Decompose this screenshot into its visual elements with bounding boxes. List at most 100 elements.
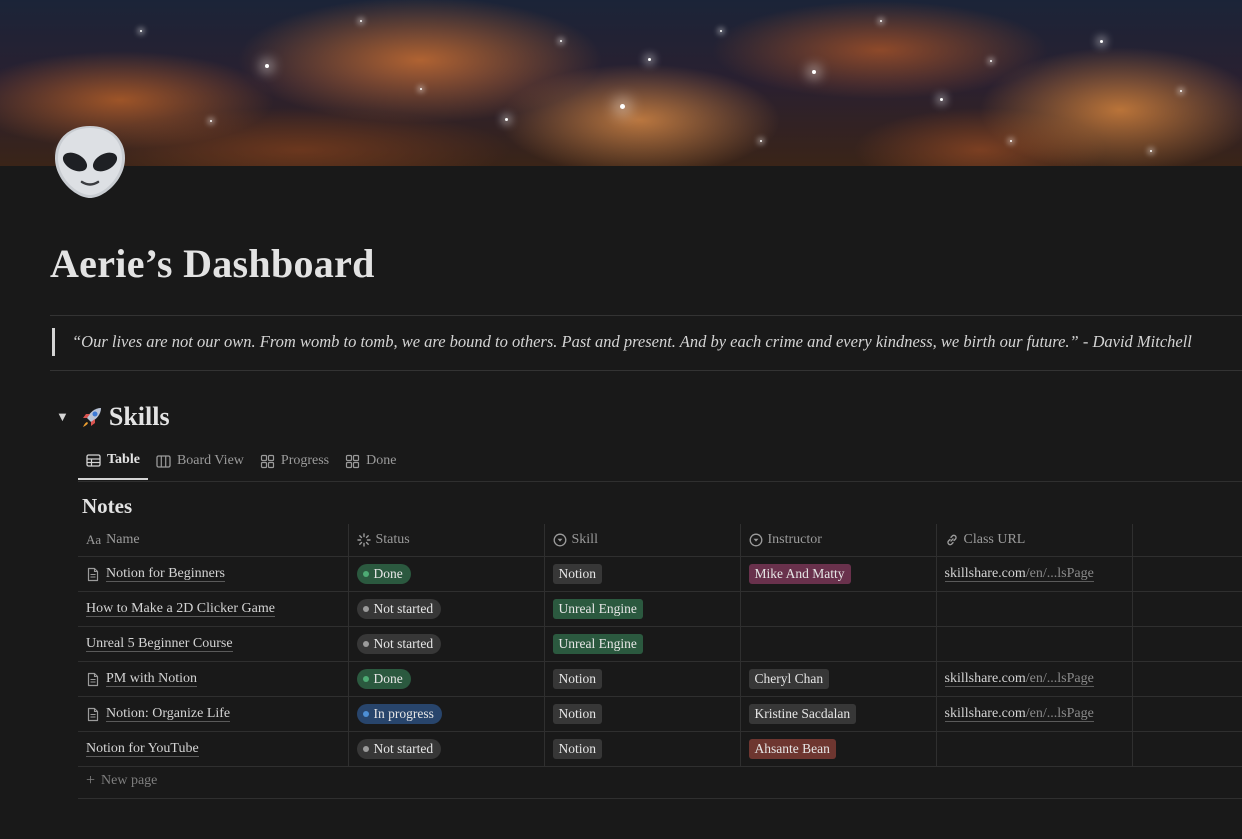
class-url-link[interactable]: skillshare.com/en/...lsPage <box>944 671 1094 687</box>
status-dot-icon <box>362 745 369 752</box>
instructor-tag: Ahsante Bean <box>748 739 836 759</box>
cell-status[interactable]: Not started <box>348 626 545 662</box>
column-label: Name <box>106 532 140 548</box>
cell-skill[interactable]: Notion <box>544 731 741 767</box>
cell-skill[interactable]: Notion <box>544 661 741 697</box>
cell-skill[interactable]: Unreal Engine <box>544 591 741 627</box>
star-decoration <box>1010 140 1012 142</box>
star-decoration <box>648 58 651 61</box>
tab-table[interactable]: Table <box>78 446 148 480</box>
tab-board-view[interactable]: Board View <box>148 446 252 480</box>
cell-instructor[interactable]: Mike And Matty <box>740 556 937 592</box>
plus-icon: + <box>86 772 96 789</box>
row-title[interactable]: Notion for YouTube <box>86 741 199 757</box>
row-title[interactable]: Notion for Beginners <box>106 566 225 582</box>
row-title[interactable]: PM with Notion <box>106 671 198 687</box>
table-header-row: Aa Name Status Skill Instructor Class UR… <box>78 524 1242 557</box>
page-icon <box>86 567 100 582</box>
cell-class-url[interactable]: skillshare.com/en/...lsPage <box>936 556 1133 592</box>
class-url-link[interactable]: skillshare.com/en/...lsPage <box>944 706 1094 722</box>
star-decoration <box>140 30 142 32</box>
url-domain: skillshare.com <box>944 706 1026 721</box>
cell-skill[interactable]: Notion <box>544 556 741 592</box>
cell-class-url[interactable]: skillshare.com/en/...lsPage <box>936 696 1133 732</box>
skills-toggle-heading[interactable]: ▼ Skills <box>56 402 170 432</box>
star-decoration <box>620 104 625 109</box>
class-url-link[interactable]: skillshare.com/en/...lsPage <box>944 566 1094 582</box>
instructor-tag: Cheryl Chan <box>748 669 830 689</box>
table-row[interactable]: How to Make a 2D Clicker Game Not started… <box>78 591 1242 627</box>
skill-tag: Unreal Engine <box>552 599 643 619</box>
cell-status[interactable]: In progress <box>348 696 545 732</box>
column-header-name[interactable]: Aa Name <box>78 524 349 557</box>
cell-class-url[interactable] <box>936 626 1133 662</box>
database-title[interactable]: Notes <box>82 494 132 519</box>
table-row[interactable]: PM with Notion Done Notion Cheryl Chan skill… <box>78 661 1242 697</box>
cell-empty <box>1132 591 1242 627</box>
cell-instructor[interactable]: Ahsante Bean <box>740 731 937 767</box>
column-header-status[interactable]: Status <box>348 524 545 557</box>
new-page-label: New page <box>101 773 158 788</box>
star-decoration <box>720 30 722 32</box>
status-badge: Done <box>356 669 411 689</box>
column-header-instructor[interactable]: Instructor <box>740 524 937 557</box>
row-title[interactable]: How to Make a 2D Clicker Game <box>86 601 275 617</box>
cell-empty <box>1132 696 1242 732</box>
cell-instructor[interactable] <box>740 591 937 627</box>
cell-empty <box>1132 731 1242 767</box>
star-decoration <box>760 140 762 142</box>
divider <box>78 798 1242 799</box>
status-label: Not started <box>373 601 434 616</box>
cell-name[interactable]: Unreal 5 Beginner Course <box>78 626 349 662</box>
cell-class-url[interactable] <box>936 731 1133 767</box>
cell-status[interactable]: Done <box>348 556 545 592</box>
table-row[interactable]: Notion for Beginners Done Notion Mike And M… <box>78 556 1242 592</box>
cell-name[interactable]: Notion for YouTube <box>78 731 349 767</box>
cell-status[interactable]: Not started <box>348 591 545 627</box>
tab-progress[interactable]: Progress <box>252 446 337 480</box>
cell-empty <box>1132 556 1242 592</box>
triangle-down-icon[interactable]: ▼ <box>56 409 69 425</box>
alien-icon[interactable] <box>52 124 128 200</box>
board-icon <box>156 454 171 469</box>
divider <box>50 370 1242 371</box>
cell-status[interactable]: Done <box>348 661 545 697</box>
cell-status[interactable]: Not started <box>348 731 545 767</box>
section-title-text: Skills <box>108 402 170 431</box>
cell-name[interactable]: Notion for Beginners <box>78 556 349 592</box>
select-icon <box>749 533 763 547</box>
star-decoration <box>990 60 992 62</box>
star-decoration <box>1100 40 1103 43</box>
star-decoration <box>505 118 508 121</box>
cell-instructor[interactable] <box>740 626 937 662</box>
cell-name[interactable]: PM with Notion <box>78 661 349 697</box>
cell-class-url[interactable] <box>936 591 1133 627</box>
table-row[interactable]: Unreal 5 Beginner Course Not started Unrea… <box>78 626 1242 662</box>
cell-skill[interactable]: Notion <box>544 696 741 732</box>
new-page-button[interactable]: + New page <box>86 772 157 790</box>
gallery-icon <box>260 454 275 469</box>
text-aa-icon: Aa <box>86 531 102 547</box>
cell-skill[interactable]: Unreal Engine <box>544 626 741 662</box>
cell-name[interactable]: How to Make a 2D Clicker Game <box>78 591 349 627</box>
cell-instructor[interactable]: Cheryl Chan <box>740 661 937 697</box>
divider <box>50 315 1242 316</box>
cell-class-url[interactable]: skillshare.com/en/...lsPage <box>936 661 1133 697</box>
star-decoration <box>1180 90 1182 92</box>
select-icon <box>553 533 567 547</box>
skill-tag: Notion <box>552 564 603 584</box>
tab-done[interactable]: Done <box>337 446 404 480</box>
table-row[interactable]: Notion: Organize Life In progress Notion Kr… <box>78 696 1242 732</box>
star-decoration <box>812 70 816 74</box>
table-row[interactable]: Notion for YouTube Not started Notion Ahsan… <box>78 731 1242 767</box>
status-dot-icon <box>362 710 369 717</box>
row-title[interactable]: Unreal 5 Beginner Course <box>86 636 233 652</box>
row-title[interactable]: Notion: Organize Life <box>106 706 231 722</box>
cell-instructor[interactable]: Kristine Sacdalan <box>740 696 937 732</box>
cell-name[interactable]: Notion: Organize Life <box>78 696 349 732</box>
url-domain: skillshare.com <box>944 566 1026 581</box>
column-header-skill[interactable]: Skill <box>544 524 741 557</box>
gallery-icon <box>345 454 360 469</box>
column-header-class-url[interactable]: Class URL <box>936 524 1133 557</box>
skill-tag: Notion <box>552 669 603 689</box>
